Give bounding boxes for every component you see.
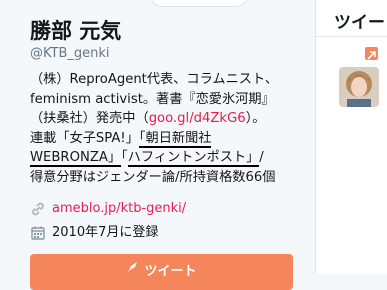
bio-line: 連載「女子SPA!」「朝日新聞社 [30,129,300,149]
link-icon [30,201,46,217]
profile-bio: （株）ReproAgent代表、コラムニスト、 feminism activis… [30,70,300,187]
bio-line: （扶桑社）発売中（goo.gl/d4ZkG6）。 [30,109,300,129]
panel-divider [316,36,387,37]
profile-url-row: ameblo.jp/ktb-genki/ [30,200,186,218]
profile-url[interactable]: ameblo.jp/ktb-genki/ [52,200,186,218]
promoted-icon [365,47,378,60]
bio-text: ）。 [245,111,266,126]
right-panel: ツイー [315,0,387,274]
profile-avatar[interactable] [150,0,248,7]
tweet-button-label: ツイート [144,264,197,279]
profile-card: 勝部 元気 @KTB_genki （株）ReproAgent代表、コラムニスト、… [0,0,312,290]
profile-joined-date: 2010年7月に登録 [52,225,159,240]
profile-screen-name[interactable]: @KTB_genki [30,45,110,63]
user-avatar[interactable] [339,67,379,107]
bio-line: WEBRONZA」「ハフィントンポスト」/ [30,148,300,168]
calendar-icon [30,225,46,241]
bio-underlined-text: ハフィントンポスト」 [127,150,260,167]
quill-icon [126,260,140,278]
bio-line: feminism activist。著書『恋愛氷河期』 [30,91,275,107]
bio-underlined-text: WEBRONZA」 [30,150,122,167]
profile-joined-row: 2010年7月に登録 [30,224,158,242]
bio-text: （扶桑社）発売中（ [30,111,149,126]
tweet-button[interactable]: ツイート [30,254,293,290]
bio-line: （株）ReproAgent代表、コラムニスト、 [30,72,279,87]
bio-text: 連載「女子SPA!」 [30,130,139,146]
bio-text: / [259,150,264,165]
bio-line: 得意分野はジェンダー論/所持資格数66個 [30,169,276,185]
bio-link[interactable]: goo.gl/d4ZkG6 [149,111,246,126]
panel-header: ツイー [334,13,385,33]
bio-text: 「 [121,150,128,165]
bio-underlined-text: 「朝日新聞社 [138,130,212,148]
profile-display-name[interactable]: 勝部 元気 [30,18,121,44]
